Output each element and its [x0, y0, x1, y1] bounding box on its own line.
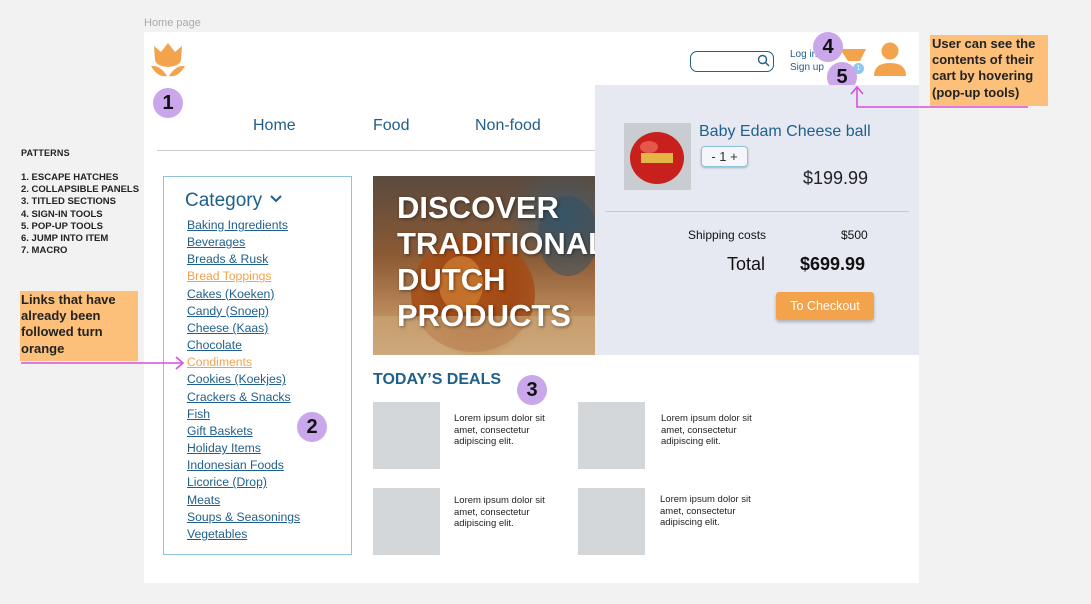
- deals-section-title: TODAY’S DEALS: [373, 371, 502, 388]
- cheese-ball-image: [624, 123, 691, 190]
- note-visited-links: Links that have already been followed tu…: [20, 291, 138, 361]
- nav-home[interactable]: Home: [253, 117, 296, 135]
- pattern-badge-3: 3: [517, 375, 547, 405]
- hero-headline: DISCOVER TRADITIONAL DUTCH PRODUCTS: [397, 190, 608, 333]
- deal-description[interactable]: Lorem ipsum dolor sit amet, consectetur …: [661, 413, 761, 448]
- category-link[interactable]: Gift Baskets: [187, 423, 300, 440]
- total-label: Total: [727, 254, 766, 274]
- category-link[interactable]: Condiments: [187, 354, 300, 371]
- user-account-icon[interactable]: [873, 41, 907, 77]
- category-link[interactable]: Vegetables: [187, 526, 300, 543]
- chevron-down-icon: [270, 195, 283, 203]
- category-toggle[interactable]: Category: [185, 190, 283, 212]
- category-link[interactable]: Soups & Seasonings: [187, 509, 300, 526]
- pattern-badge-4: 4: [813, 32, 843, 62]
- pattern-badge-1: 1: [153, 88, 183, 118]
- nav-divider: [157, 150, 597, 151]
- search-icon[interactable]: [757, 54, 770, 67]
- category-link[interactable]: Chocolate: [187, 337, 300, 354]
- deal-image[interactable]: [373, 488, 440, 555]
- shipping-label: Shipping costs: [688, 228, 767, 242]
- category-link[interactable]: Indonesian Foods: [187, 457, 300, 474]
- category-link[interactable]: Crackers & Snacks: [187, 389, 300, 406]
- quantity-stepper[interactable]: - 1 +: [701, 146, 748, 167]
- category-link[interactable]: Holiday Items: [187, 440, 300, 457]
- category-link[interactable]: Bread Toppings: [187, 268, 300, 285]
- category-link[interactable]: Candy (Snoep): [187, 303, 300, 320]
- category-link[interactable]: Baking Ingredients: [187, 217, 300, 234]
- patterns-title: PATTERNS: [21, 148, 70, 158]
- cart-product-name[interactable]: Baby Edam Cheese ball: [699, 123, 871, 141]
- pattern-item: 1. ESCAPE HATCHES: [21, 172, 119, 183]
- nav-non-food[interactable]: Non-food: [475, 117, 541, 135]
- category-link[interactable]: Cookies (Koekjes): [187, 371, 300, 388]
- total-value: $699.99: [800, 254, 866, 274]
- checkout-button[interactable]: To Checkout: [776, 292, 874, 320]
- deal-description[interactable]: Lorem ipsum dolor sit amet, consectetur …: [454, 413, 554, 448]
- signup-link[interactable]: Sign up: [790, 62, 824, 73]
- pattern-item: 2. COLLAPSIBLE PANELS: [21, 184, 140, 196]
- product-thumbnail[interactable]: [624, 123, 691, 190]
- category-title: Category: [185, 190, 263, 211]
- category-link[interactable]: Meats: [187, 492, 300, 509]
- deal-image[interactable]: [578, 488, 645, 555]
- nav-food[interactable]: Food: [373, 117, 409, 135]
- shipping-value: $500: [841, 228, 868, 242]
- cart-product-price: $199.99: [803, 168, 869, 188]
- category-link[interactable]: Cakes (Koeken): [187, 286, 300, 303]
- tulip-logo-icon[interactable]: [150, 40, 186, 78]
- popup-divider: [605, 211, 909, 212]
- deal-image[interactable]: [373, 402, 440, 469]
- patterns-list: 1. ESCAPE HATCHES 2. COLLAPSIBLE PANELS …: [21, 172, 139, 257]
- pattern-item: 7. MACRO: [21, 245, 68, 257]
- category-list: Baking Ingredients Beverages Breads & Rusk…: [187, 217, 300, 543]
- category-link[interactable]: Fish: [187, 406, 300, 423]
- pattern-item: 6. JUMP INTO ITEM: [21, 233, 109, 245]
- category-link[interactable]: Licorice (Drop): [187, 474, 300, 491]
- category-link[interactable]: Cheese (Kaas): [187, 320, 300, 337]
- category-link[interactable]: Breads & Rusk: [187, 251, 300, 268]
- pattern-item: 4. SIGN-IN TOOLS: [21, 208, 103, 220]
- pattern-item: 3. TITLED SECTIONS: [21, 196, 117, 208]
- frame-label: Home page: [144, 17, 201, 29]
- deal-description[interactable]: Lorem ipsum dolor sit amet, consectetur …: [660, 494, 760, 529]
- category-link[interactable]: Beverages: [187, 234, 300, 251]
- pattern-item: 5. POP-UP TOOLS: [21, 220, 104, 232]
- deal-image[interactable]: [578, 402, 645, 469]
- note-cart-hover: User can see the contents of their cart …: [930, 35, 1048, 106]
- deal-description[interactable]: Lorem ipsum dolor sit amet, consectetur …: [454, 495, 554, 530]
